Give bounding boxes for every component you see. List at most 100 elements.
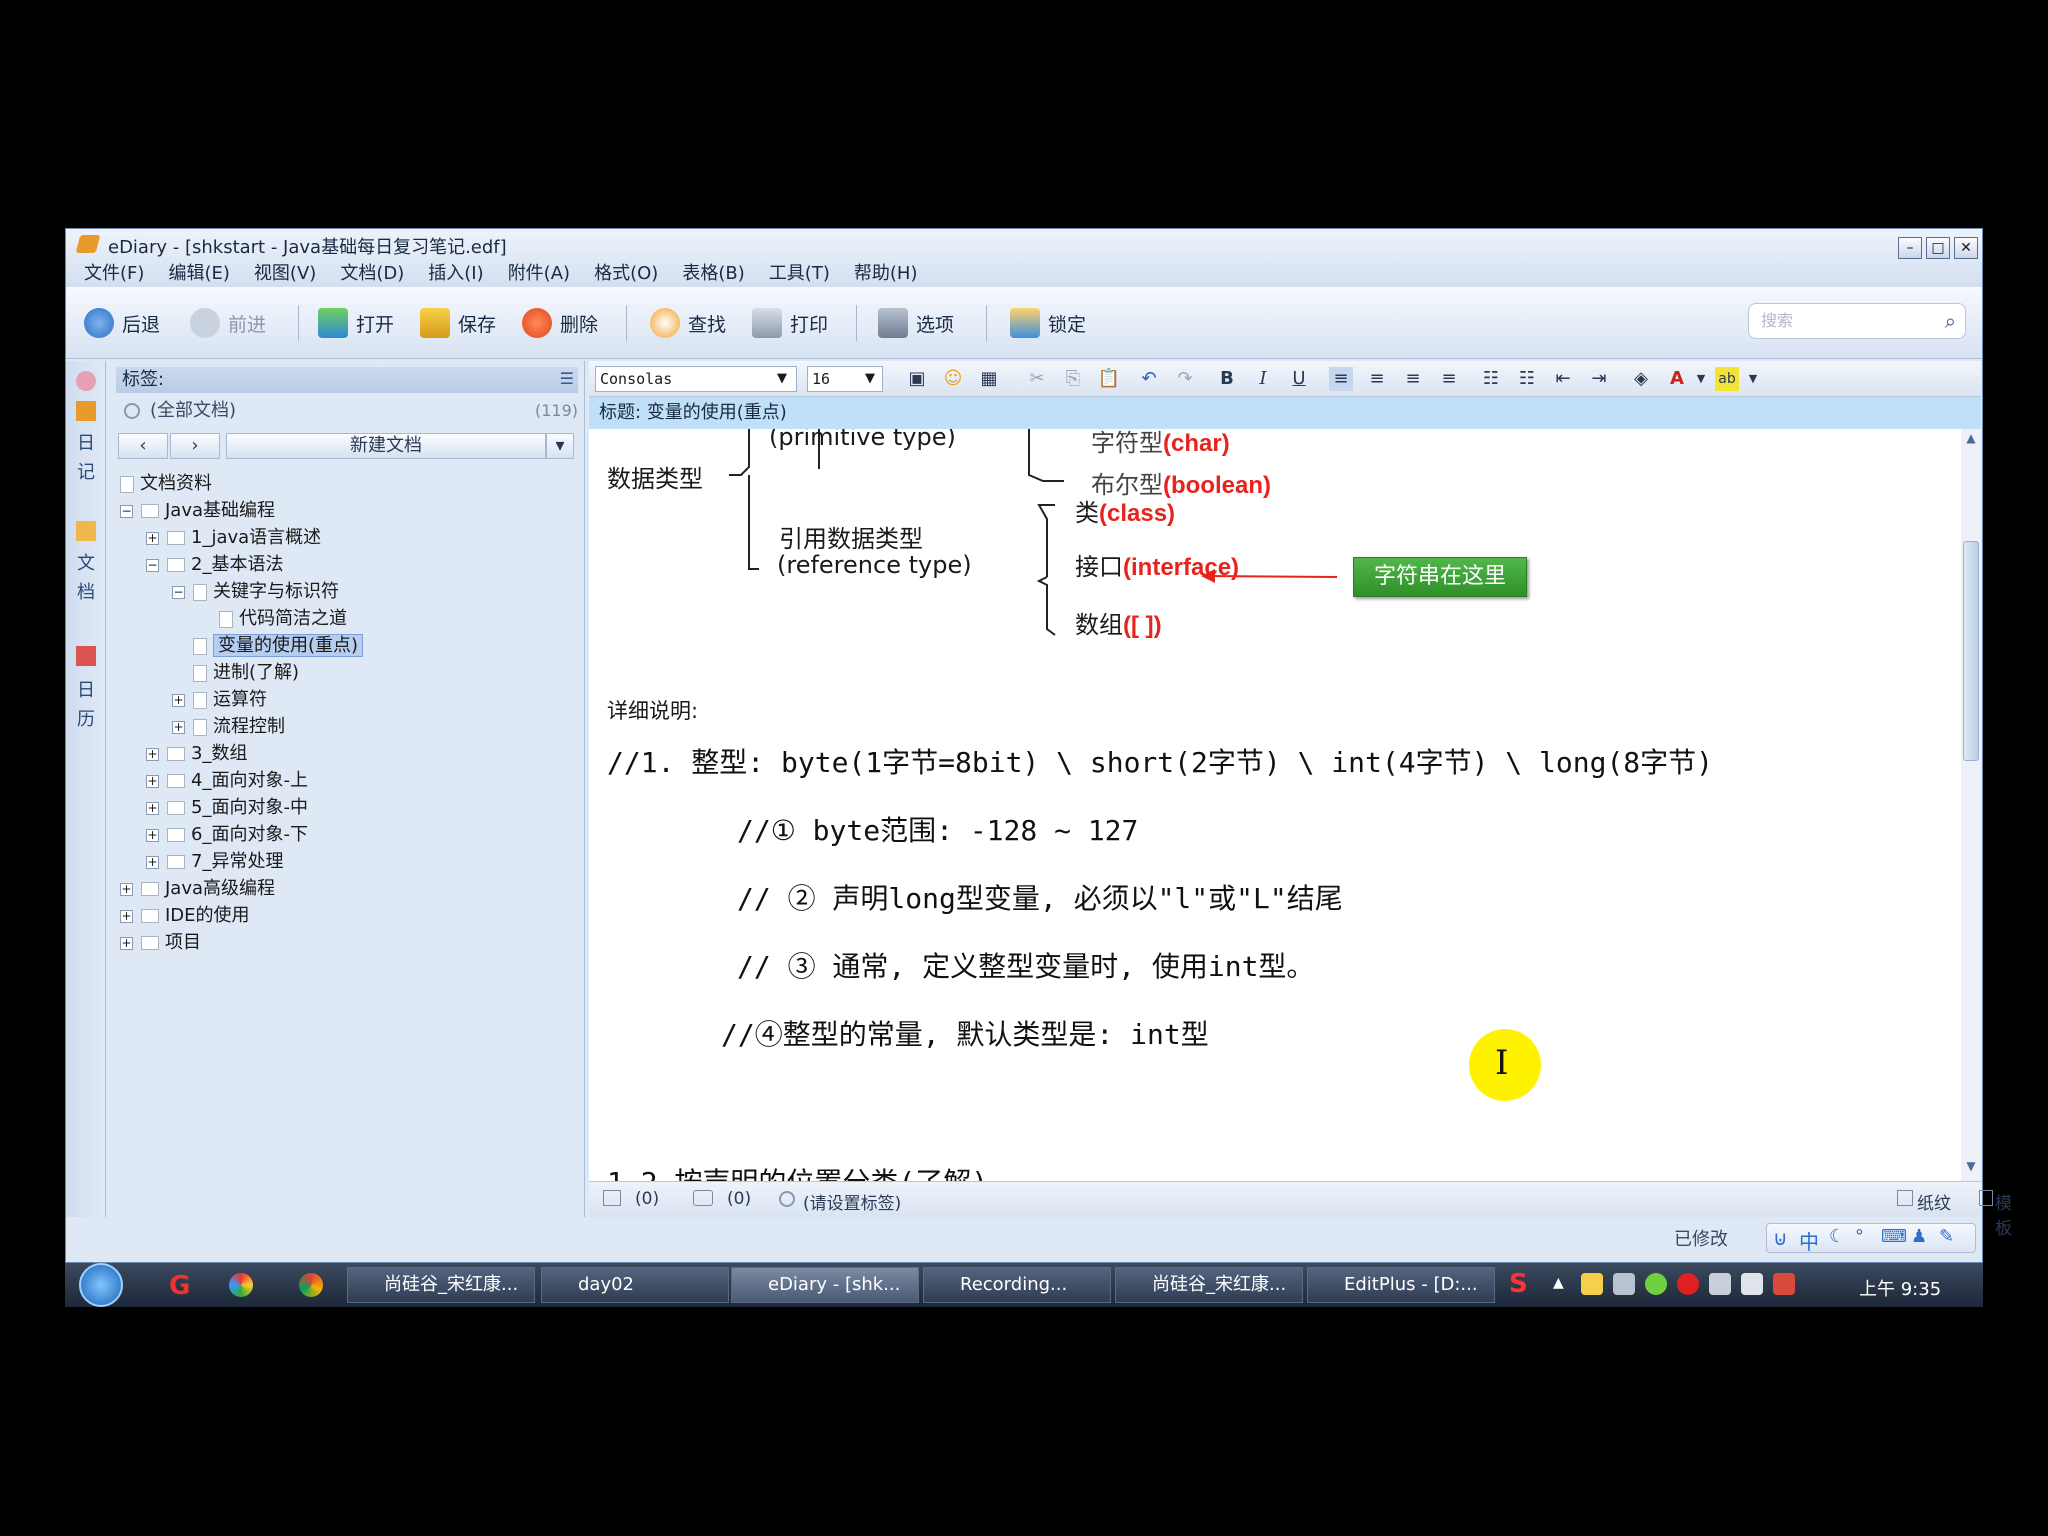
bullet-list-icon[interactable]: ☷	[1479, 367, 1503, 391]
close-button[interactable]: ✕	[1954, 237, 1978, 259]
colorful-app-icon[interactable]	[229, 1273, 253, 1297]
chevron-down-icon[interactable]: ▼	[1741, 367, 1765, 391]
task-ediary[interactable]: eDiary - [shk...	[731, 1267, 919, 1303]
network-icon[interactable]	[1581, 1273, 1603, 1295]
tree-node[interactable]: − 关键字与标识符	[172, 579, 339, 605]
underline-icon[interactable]: U	[1287, 367, 1311, 391]
align-left-icon[interactable]: ≡	[1329, 367, 1353, 391]
insert-date-icon[interactable]: ▦	[977, 367, 1001, 391]
nav-diary[interactable]: 日记	[76, 429, 96, 487]
monitor-icon[interactable]	[1773, 1273, 1795, 1295]
search-icon[interactable]: ⌕	[1945, 309, 1956, 333]
tree-node[interactable]: + Java高级编程	[120, 876, 275, 902]
italic-icon[interactable]: I	[1251, 367, 1275, 391]
align-center-icon[interactable]: ≡	[1365, 367, 1389, 391]
justify-icon[interactable]: ≡	[1437, 367, 1461, 391]
delete-button[interactable]: 删除	[522, 303, 598, 343]
task-folder-1[interactable]: 尚硅谷_宋红康...	[347, 1267, 535, 1303]
tree-node[interactable]: +1_java语言概述	[146, 525, 321, 551]
calendar-icon[interactable]	[76, 646, 96, 666]
docs-icon[interactable]	[76, 521, 96, 541]
outdent-icon[interactable]: ⇤	[1551, 367, 1575, 391]
fill-color-icon[interactable]: ◈	[1629, 367, 1653, 391]
scroll-up-icon[interactable]: ▲	[1963, 431, 1979, 449]
plus-icon[interactable]	[1645, 1273, 1667, 1295]
scroll-thumb[interactable]	[1963, 541, 1979, 761]
menu-document[interactable]: 文档(D)	[340, 259, 404, 285]
tree-node[interactable]: 进制(了解)	[193, 660, 299, 686]
menu-table[interactable]: 表格(B)	[682, 259, 744, 285]
document-content[interactable]: (primitive type) 字符型(char) 布尔型(boolean) …	[589, 429, 1961, 1181]
redo-icon[interactable]: ↷	[1173, 367, 1197, 391]
tree-node[interactable]: − Java基础编程	[120, 498, 275, 524]
panel-menu-icon[interactable]: ☰	[560, 369, 574, 388]
tree-node[interactable]: + 项目	[120, 930, 201, 956]
bold-icon[interactable]: B	[1215, 367, 1239, 391]
find-button[interactable]: 查找	[650, 303, 726, 343]
wrench-icon[interactable]: ✎	[1939, 1226, 1954, 1247]
tree-node[interactable]: +5_面向对象-中	[146, 795, 308, 821]
tree-node[interactable]: +6_面向对象-下	[146, 822, 308, 848]
moon-icon[interactable]: ☾	[1829, 1226, 1845, 1247]
align-right-icon[interactable]: ≡	[1401, 367, 1425, 391]
minimize-button[interactable]: –	[1898, 237, 1922, 259]
prev-doc-button[interactable]: ‹	[118, 433, 168, 459]
task-editplus[interactable]: EditPlus - [D:...	[1307, 1267, 1495, 1303]
chevron-down-icon[interactable]: ▼	[865, 371, 875, 386]
copy-icon[interactable]: ⎘	[1061, 367, 1085, 391]
back-button[interactable]: 后退	[84, 303, 160, 343]
chevron-down-icon[interactable]: ▼	[777, 371, 787, 386]
comment-icon[interactable]	[693, 1190, 713, 1206]
task-folder-day02[interactable]: day02	[541, 1267, 729, 1303]
lock-button[interactable]: 锁定	[1010, 303, 1086, 343]
tree-node[interactable]: +3_数组	[146, 741, 247, 767]
attachment-icon[interactable]	[603, 1190, 621, 1206]
insert-image-icon[interactable]: ▣	[905, 367, 929, 391]
numbered-list-icon[interactable]: ☷	[1515, 367, 1539, 391]
tree-node[interactable]: + 流程控制	[172, 714, 285, 740]
tray-expand-icon[interactable]: ▲	[1553, 1275, 1564, 1291]
ime-mode[interactable]: 中	[1799, 1226, 1819, 1255]
paper-icon[interactable]	[1897, 1190, 1913, 1206]
tree-node[interactable]: −2_基本语法	[146, 552, 283, 578]
clock[interactable]: 上午 9:35	[1859, 1275, 1941, 1301]
highlight-icon[interactable]: ab	[1715, 367, 1739, 391]
font-color-icon[interactable]: A	[1665, 367, 1689, 391]
forward-button[interactable]: 前进	[190, 303, 266, 343]
cut-icon[interactable]: ✂	[1025, 367, 1049, 391]
menu-tools[interactable]: 工具(T)	[769, 259, 830, 285]
new-document-button[interactable]: 新建文档	[226, 433, 546, 459]
start-button[interactable]	[79, 1263, 123, 1307]
template-button[interactable]: 模板	[1995, 1189, 2012, 1239]
scroll-down-icon[interactable]: ▼	[1963, 1159, 1979, 1177]
tree-node[interactable]: + 运算符	[172, 687, 267, 713]
vertical-scrollbar[interactable]: ▲ ▼	[1961, 429, 1981, 1181]
save-button[interactable]: 保存	[420, 303, 496, 343]
clipboard-icon[interactable]	[1741, 1273, 1763, 1295]
user-icon[interactable]: ♟	[1911, 1226, 1927, 1247]
sogou-icon[interactable]: S	[1509, 1269, 1528, 1299]
task-recording[interactable]: Recording...	[923, 1267, 1111, 1303]
tree-node[interactable]: +4_面向对象-上	[146, 768, 308, 794]
keyboard-icon[interactable]: ⌨	[1881, 1226, 1907, 1247]
diary-icon[interactable]	[76, 401, 96, 421]
all-documents-tag[interactable]: (全部文档)	[116, 397, 578, 425]
undo-icon[interactable]: ↶	[1137, 367, 1161, 391]
menu-attachment[interactable]: 附件(A)	[508, 259, 570, 285]
maximize-button[interactable]: □	[1926, 237, 1950, 259]
options-button[interactable]: 选项	[878, 303, 954, 343]
record-icon[interactable]	[1677, 1273, 1699, 1295]
comment-count[interactable]: (0)	[727, 1189, 751, 1209]
menu-format[interactable]: 格式(O)	[594, 259, 658, 285]
nav-docs[interactable]: 文档	[76, 549, 96, 607]
new-document-dropdown[interactable]: ▾	[546, 433, 574, 459]
app-g-icon[interactable]: G	[169, 1271, 190, 1301]
chevron-down-icon[interactable]: ▼	[1689, 367, 1713, 391]
menu-insert[interactable]: 插入(I)	[428, 259, 483, 285]
tree-node-selected[interactable]: 变量的使用(重点)	[193, 633, 364, 659]
tree-node[interactable]: 代码简洁之道	[219, 606, 347, 632]
set-tag-link[interactable]: (请设置标签)	[803, 1189, 901, 1214]
font-family-select[interactable]: Consolas	[595, 366, 797, 392]
punctuation-icon[interactable]: °	[1855, 1226, 1864, 1247]
volume-icon[interactable]	[1613, 1273, 1635, 1295]
